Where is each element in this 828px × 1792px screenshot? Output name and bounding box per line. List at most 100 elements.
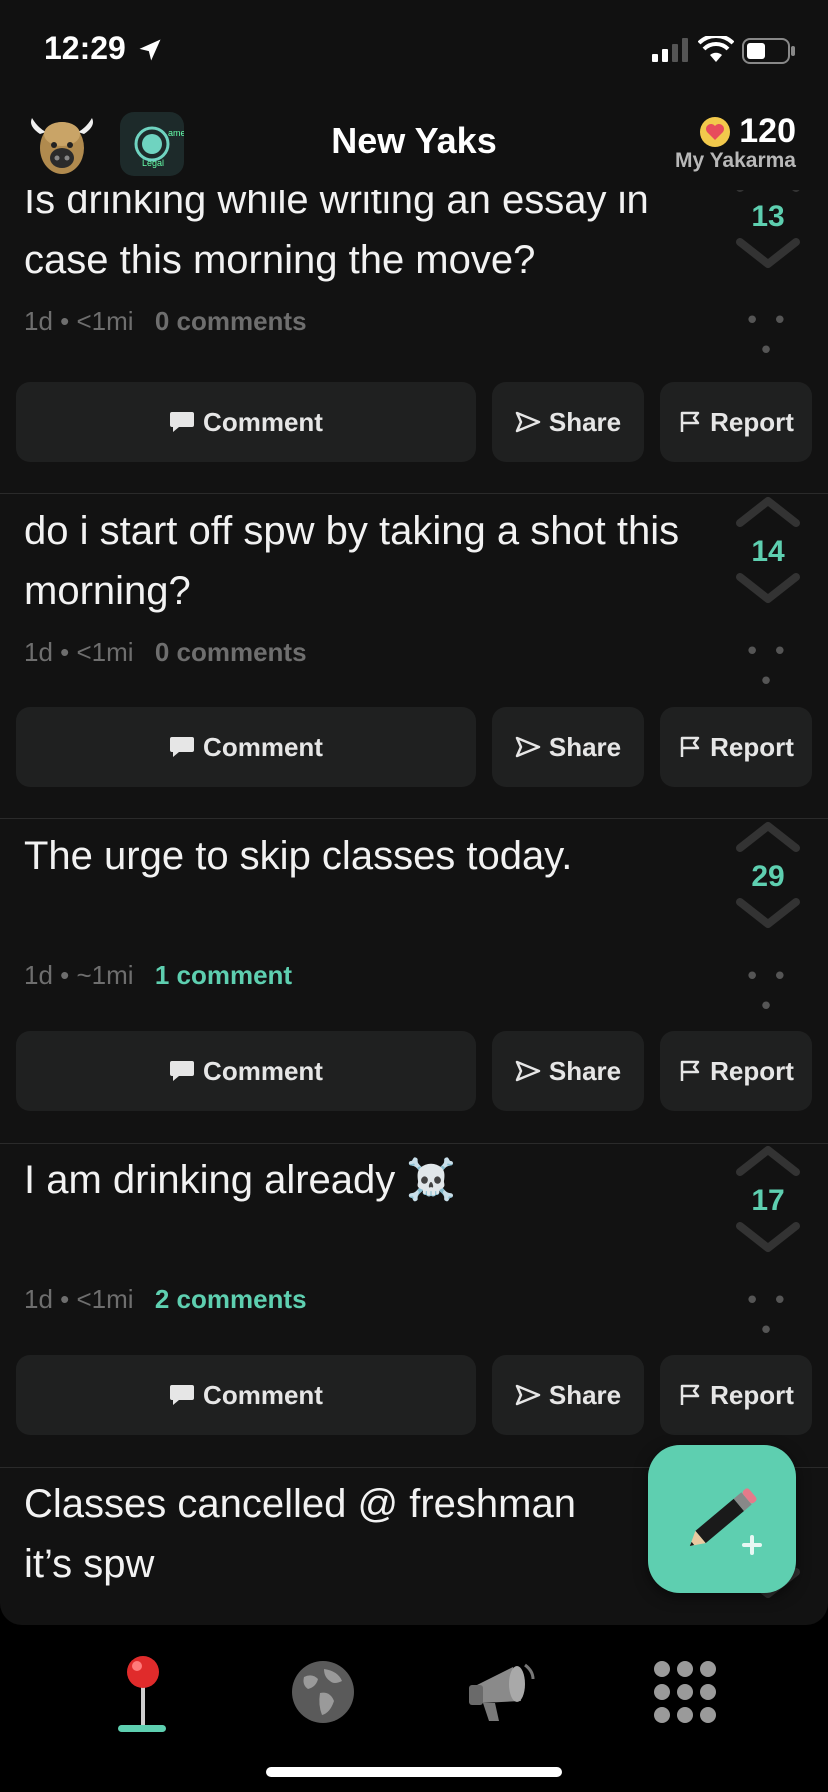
downvote-icon[interactable] <box>732 1218 804 1258</box>
comment-label: Comment <box>203 1379 323 1410</box>
comment-icon <box>170 412 195 432</box>
comment-label: Comment <box>203 406 323 437</box>
comment-icon <box>170 1061 195 1081</box>
compose-button[interactable] <box>648 1445 796 1593</box>
downvote-icon[interactable] <box>732 569 804 609</box>
more-options-icon[interactable]: • • • <box>742 962 792 1022</box>
post-distance: <1mi <box>76 1284 134 1314</box>
flag-icon <box>680 1060 700 1081</box>
post-card[interactable]: Is drinking while writing an essay in ca… <box>0 190 828 494</box>
flag-icon <box>680 411 700 432</box>
post-comment-count[interactable]: 2 comments <box>155 1284 307 1314</box>
upvote-icon[interactable] <box>732 816 804 856</box>
share-label: Share <box>548 731 622 762</box>
pencil-plus-icon <box>689 1488 762 1555</box>
post-actions: Comment Share Report <box>16 382 812 462</box>
upvote-icon[interactable] <box>732 1140 804 1180</box>
yakarma-value: 120 <box>739 112 796 150</box>
app-header: ame Legal New Yaks 120 My Yakarma <box>0 100 828 190</box>
post-comment-count[interactable]: 1 comment <box>155 960 292 990</box>
share-button[interactable]: Share <box>492 382 644 462</box>
report-label: Report <box>710 731 794 762</box>
meta-separator: • <box>60 1284 70 1314</box>
post-text: Classes cancelled @ freshman it’s spw <box>24 1482 576 1586</box>
share-icon <box>515 1384 541 1406</box>
post-text: The urge to skip classes today. <box>24 834 573 878</box>
comment-icon <box>170 737 195 757</box>
vote-count: 13 <box>751 200 785 233</box>
post-actions: Comment Share Report <box>16 1355 812 1435</box>
grid-icon <box>654 1661 716 1723</box>
post-meta: 1d • <1mi 0 comments <box>24 637 307 668</box>
report-button[interactable]: Report <box>660 1031 812 1111</box>
comment-label: Comment <box>203 1055 323 1086</box>
post-distance: <1mi <box>76 637 134 667</box>
share-button[interactable]: Share <box>492 707 644 787</box>
active-tab-indicator <box>118 1725 166 1732</box>
status-time: 12:29 <box>44 30 126 66</box>
post-text: I am drinking already ☠️ <box>24 1158 457 1202</box>
share-icon <box>515 411 541 433</box>
flag-icon <box>680 736 700 757</box>
post-meta: 1d • <1mi 0 comments <box>24 306 307 337</box>
feed[interactable]: Is drinking while writing an essay in ca… <box>0 190 828 1625</box>
report-button[interactable]: Report <box>660 707 812 787</box>
battery-icon <box>742 38 795 64</box>
share-button[interactable]: Share <box>492 1031 644 1111</box>
upvote-icon[interactable] <box>732 491 804 531</box>
tab-explore[interactable] <box>268 1637 378 1747</box>
share-label: Share <box>548 1055 622 1086</box>
post-card[interactable]: I am drinking already ☠️ 1d • <1mi 2 com… <box>0 1144 828 1468</box>
flag-icon <box>680 1384 700 1405</box>
post-distance: <1mi <box>76 306 134 336</box>
location-arrow-icon <box>139 39 161 61</box>
vote-column: 29 <box>732 816 804 938</box>
home-indicator[interactable] <box>266 1767 562 1777</box>
vote-column: 14 <box>732 491 804 613</box>
globe-icon <box>292 1661 354 1723</box>
downvote-icon[interactable] <box>732 234 804 274</box>
comment-button[interactable]: Comment <box>16 382 476 462</box>
megaphone-icon <box>469 1663 535 1721</box>
more-options-icon[interactable]: • • • <box>742 306 792 366</box>
report-button[interactable]: Report <box>660 382 812 462</box>
share-icon <box>515 736 541 758</box>
tab-announcements[interactable] <box>446 1637 556 1747</box>
post-meta: 1d • ~1mi 1 comment <box>24 960 292 991</box>
yakarma[interactable]: 120 My Yakarma <box>675 112 796 173</box>
post-age: 1d <box>24 637 53 667</box>
vote-count: 29 <box>751 860 785 893</box>
tab-bar <box>0 1625 828 1792</box>
meta-separator: • <box>60 637 70 667</box>
more-options-icon[interactable]: • • • <box>742 637 792 697</box>
post-card[interactable]: The urge to skip classes today. 1d • ~1m… <box>0 820 828 1144</box>
share-label: Share <box>548 406 622 437</box>
vote-count: 17 <box>751 1184 785 1217</box>
upvote-icon[interactable] <box>732 190 804 196</box>
cellular-signal-icon <box>652 38 688 62</box>
yakarma-label: My Yakarma <box>674 149 796 172</box>
vote-count: 14 <box>751 535 785 568</box>
comment-icon <box>170 1385 195 1405</box>
post-text: Is drinking while writing an essay in ca… <box>24 190 649 282</box>
tab-more[interactable] <box>630 1637 740 1747</box>
report-label: Report <box>710 1379 794 1410</box>
comment-button[interactable]: Comment <box>16 1031 476 1111</box>
share-icon <box>515 1060 541 1082</box>
downvote-icon[interactable] <box>732 894 804 934</box>
post-comment-count[interactable]: 0 comments <box>155 306 307 336</box>
meta-separator: • <box>60 306 70 336</box>
comment-button[interactable]: Comment <box>16 707 476 787</box>
post-card[interactable]: do i start off spw by taking a shot this… <box>0 495 828 819</box>
pin-icon <box>127 1656 159 1728</box>
status-bar: 12:29 <box>0 0 828 100</box>
vote-column: 17 <box>732 1140 804 1262</box>
report-label: Report <box>710 1055 794 1086</box>
report-button[interactable]: Report <box>660 1355 812 1435</box>
more-options-icon[interactable]: • • • <box>742 1286 792 1346</box>
comment-button[interactable]: Comment <box>16 1355 476 1435</box>
share-button[interactable]: Share <box>492 1355 644 1435</box>
post-comment-count[interactable]: 0 comments <box>155 637 307 667</box>
vote-column: 13 <box>732 190 804 278</box>
comment-label: Comment <box>203 731 323 762</box>
